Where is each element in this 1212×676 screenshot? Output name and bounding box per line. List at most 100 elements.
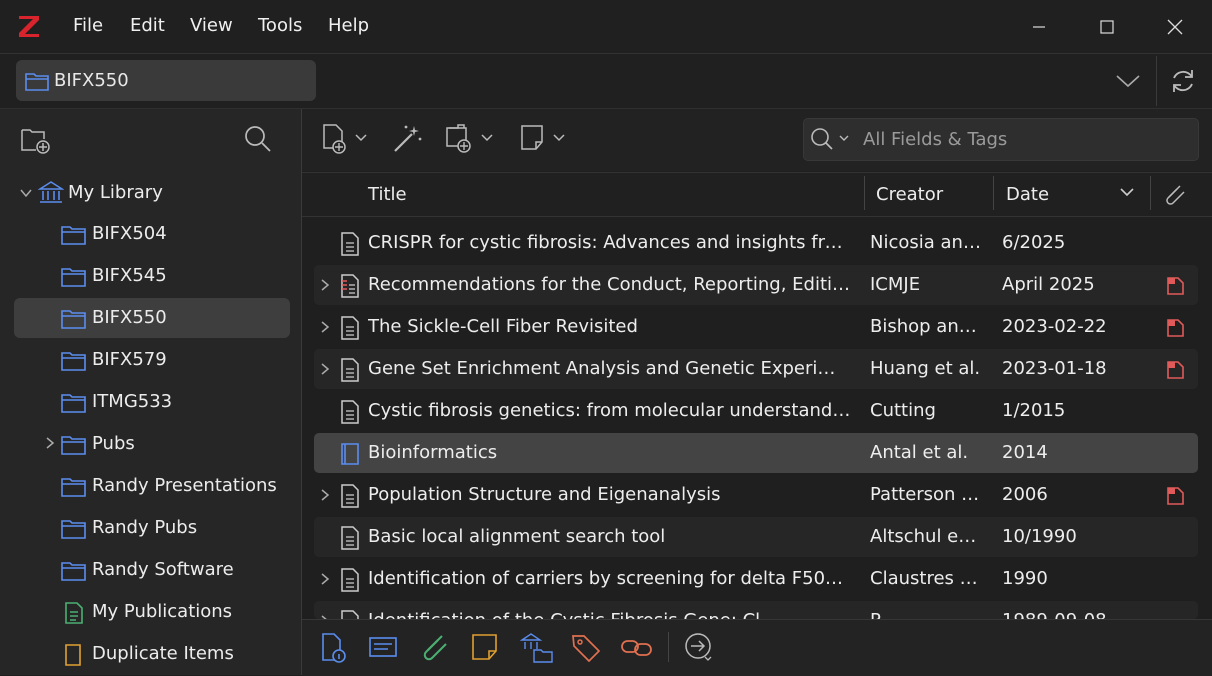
close-button[interactable] bbox=[1152, 10, 1198, 44]
cell-title: Basic local alignment search tool bbox=[368, 526, 666, 547]
cell-date: 10/1990 bbox=[1002, 526, 1077, 547]
cell-title: Bioinformatics bbox=[368, 442, 498, 463]
tags-icon[interactable] bbox=[570, 632, 602, 664]
attachment-column-icon[interactable] bbox=[1160, 181, 1188, 207]
cell-date: 1990 bbox=[1002, 568, 1048, 589]
tree-item-label[interactable]: BIFX504 bbox=[92, 223, 167, 244]
chevron-right-icon[interactable] bbox=[319, 278, 331, 292]
cell-date: 6/2025 bbox=[1002, 232, 1066, 253]
cell-creator: Antal et al. bbox=[870, 442, 969, 463]
cell-date: 2014 bbox=[1002, 442, 1048, 463]
chevron-right-icon[interactable] bbox=[319, 320, 331, 334]
journal-article-icon bbox=[341, 316, 359, 340]
folder-icon bbox=[61, 478, 86, 497]
folder-icon bbox=[61, 520, 86, 539]
abstract-icon[interactable] bbox=[368, 632, 398, 662]
menu-view[interactable]: View bbox=[190, 15, 233, 36]
tree-item-label[interactable]: Randy Pubs bbox=[92, 517, 197, 538]
cell-creator: Nicosia an… bbox=[870, 232, 981, 253]
close-icon bbox=[1167, 19, 1183, 35]
sync-icon[interactable] bbox=[1168, 66, 1198, 96]
cell-title: Population Structure and Eigenanalysis bbox=[368, 484, 721, 505]
menu-tools[interactable]: Tools bbox=[258, 15, 302, 36]
journal-article-icon bbox=[341, 358, 359, 382]
divider bbox=[993, 176, 994, 210]
cell-title: Gene Set Enrichment Analysis and Genetic… bbox=[368, 358, 852, 379]
folder-icon bbox=[61, 436, 86, 455]
my-publications-icon bbox=[65, 602, 83, 624]
divider bbox=[668, 632, 669, 662]
pdf-attachment-icon[interactable] bbox=[1164, 317, 1186, 339]
chevron-right-icon[interactable] bbox=[319, 362, 331, 376]
collection-selector-label: BIFX550 bbox=[54, 70, 129, 91]
maximize-button[interactable] bbox=[1084, 10, 1130, 44]
chevron-right-icon[interactable] bbox=[319, 488, 331, 502]
cell-date: 2023-01-18 bbox=[1002, 358, 1107, 379]
folder-icon bbox=[61, 268, 86, 287]
zotero-logo-icon bbox=[19, 16, 39, 37]
magic-wand-icon[interactable] bbox=[390, 122, 426, 156]
duplicate-items-icon bbox=[65, 644, 81, 666]
add-attachment-icon[interactable] bbox=[444, 122, 498, 156]
folder-icon bbox=[61, 352, 86, 371]
journal-article-icon bbox=[341, 484, 359, 508]
tree-item-label[interactable]: Pubs bbox=[92, 433, 135, 454]
new-collection-icon[interactable] bbox=[20, 125, 52, 155]
cell-title: The Sickle-Cell Fiber Revisited bbox=[368, 316, 638, 337]
new-item-icon[interactable] bbox=[320, 122, 370, 156]
menu-file[interactable]: File bbox=[73, 15, 103, 36]
minimize-button[interactable] bbox=[1016, 10, 1062, 44]
related-icon[interactable] bbox=[620, 632, 654, 662]
search-icon[interactable] bbox=[243, 124, 273, 154]
menu-help[interactable]: Help bbox=[328, 15, 369, 36]
cell-title: Cystic fibrosis genetics: from molecular… bbox=[368, 400, 852, 421]
items-column-header bbox=[302, 172, 1212, 217]
cell-date: 2006 bbox=[1002, 484, 1048, 505]
tree-item-label[interactable]: Randy Presentations bbox=[92, 475, 277, 496]
tree-item-label[interactable]: BIFX550 bbox=[92, 307, 167, 328]
cell-date: 1/2015 bbox=[1002, 400, 1066, 421]
folder-icon bbox=[61, 562, 86, 581]
column-creator[interactable]: Creator bbox=[876, 184, 943, 205]
cell-creator: Bishop an… bbox=[870, 316, 977, 337]
tree-my-library[interactable]: My Library bbox=[68, 182, 163, 203]
cell-creator: Altschul et… bbox=[870, 526, 982, 547]
cell-creator: Patterson … bbox=[870, 484, 980, 505]
cell-date: 2023-02-22 bbox=[1002, 316, 1107, 337]
column-date[interactable]: Date bbox=[1006, 184, 1049, 205]
search-mode-icon[interactable] bbox=[810, 127, 854, 151]
pdf-attachment-icon[interactable] bbox=[1164, 485, 1186, 507]
cell-creator: Claustres e… bbox=[870, 568, 982, 589]
cell-creator: Cutting bbox=[870, 400, 936, 421]
minimize-icon bbox=[1033, 26, 1045, 28]
column-title[interactable]: Title bbox=[368, 184, 407, 205]
attachments-icon[interactable] bbox=[418, 632, 450, 662]
divider bbox=[864, 176, 865, 210]
chevron-down-icon[interactable] bbox=[19, 186, 33, 200]
tree-item-label[interactable]: BIFX545 bbox=[92, 265, 167, 286]
tree-item-label[interactable]: My Publications bbox=[92, 601, 232, 622]
divider bbox=[1150, 176, 1151, 210]
journal-article-icon bbox=[341, 232, 359, 256]
sort-chevron-icon[interactable] bbox=[1119, 186, 1135, 200]
tree-item-label[interactable]: Randy Software bbox=[92, 559, 234, 580]
locate-icon[interactable] bbox=[684, 632, 718, 664]
info-icon[interactable] bbox=[320, 632, 350, 664]
menu-edit[interactable]: Edit bbox=[130, 15, 165, 36]
folder-icon bbox=[25, 73, 49, 91]
folder-icon bbox=[61, 226, 86, 245]
chevron-right-icon[interactable] bbox=[319, 572, 331, 586]
tree-item-label[interactable]: BIFX579 bbox=[92, 349, 167, 370]
webpage-document-icon bbox=[341, 274, 359, 298]
pdf-attachment-icon[interactable] bbox=[1164, 275, 1186, 297]
libraries-collections-icon[interactable] bbox=[520, 632, 554, 664]
notes-icon[interactable] bbox=[470, 632, 500, 662]
new-note-icon[interactable] bbox=[518, 122, 572, 156]
pdf-attachment-icon[interactable] bbox=[1164, 359, 1186, 381]
cell-title: Recommendations for the Conduct, Reporti… bbox=[368, 274, 852, 295]
cell-creator: ICMJE bbox=[870, 274, 921, 295]
chevron-down-icon[interactable] bbox=[1114, 70, 1142, 92]
chevron-right-icon[interactable] bbox=[44, 436, 56, 450]
tree-item-label[interactable]: Duplicate Items bbox=[92, 643, 234, 664]
tree-item-label[interactable]: ITMG533 bbox=[92, 391, 172, 412]
